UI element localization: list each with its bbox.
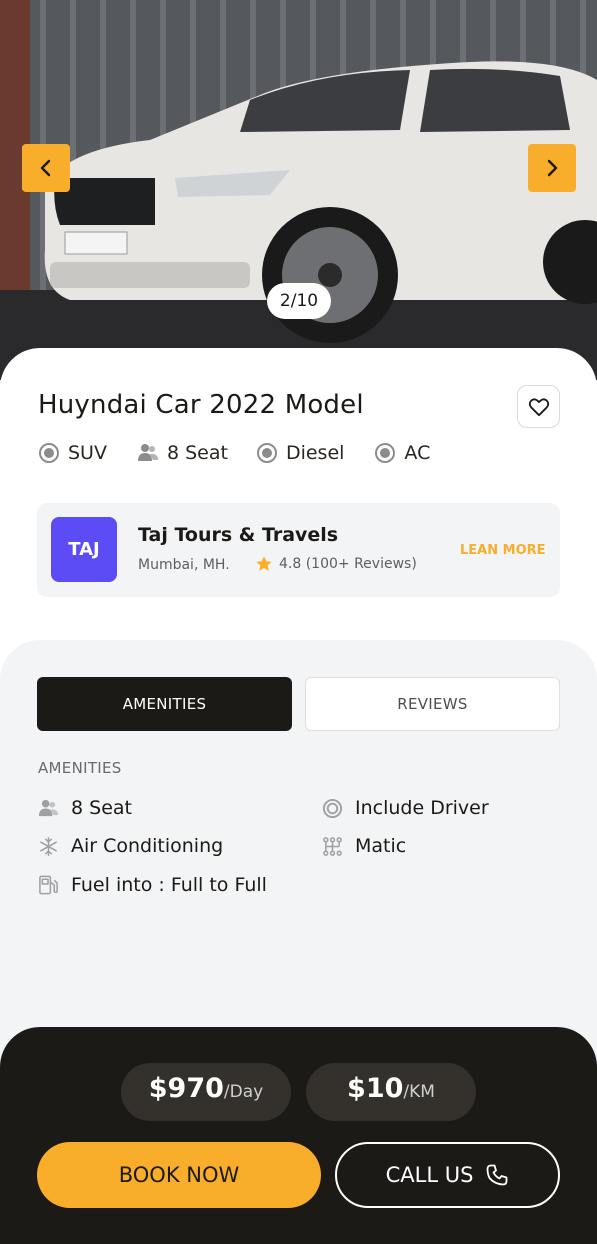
- vendor-card[interactable]: TAJ Taj Tours & Travels Mumbai, MH. 4.8 …: [37, 503, 560, 597]
- heart-icon: [528, 397, 549, 416]
- amenity-item: Matic: [322, 835, 406, 857]
- feature-item: Diesel: [256, 442, 344, 464]
- target-icon: [39, 443, 59, 463]
- price-km-value: $10: [347, 1073, 404, 1104]
- amenities-heading: AMENITIES: [38, 759, 122, 777]
- car-photo-gallery[interactable]: 2/10: [0, 0, 597, 380]
- book-now-button[interactable]: BOOK NOW: [37, 1142, 321, 1208]
- price-per-day: $970 /Day: [121, 1063, 291, 1121]
- price-day-unit: /Day: [223, 1082, 264, 1102]
- feature-label: Diesel: [285, 442, 345, 464]
- target-icon: [256, 443, 277, 463]
- tab-reviews[interactable]: REVIEWS: [305, 677, 560, 731]
- vendor-rating-text: 4.8 (100+ Reviews): [279, 556, 417, 572]
- learn-more-link[interactable]: LEAN MORE: [460, 543, 546, 558]
- car-info-card: Huyndai Car 2022 Model SUV 8 Seat Diesel: [0, 348, 597, 678]
- amenity-item: Fuel into : Full to Full: [38, 874, 267, 896]
- star-icon: [256, 556, 272, 571]
- amenity-label: Air Conditioning: [71, 835, 224, 857]
- price-per-km: $10 /KM: [306, 1063, 476, 1121]
- amenity-label: Include Driver: [355, 797, 489, 819]
- call-us-label: CALL US: [385, 1163, 474, 1187]
- call-us-button[interactable]: CALL US: [335, 1142, 560, 1208]
- amenity-label: Matic: [355, 835, 407, 857]
- chevron-right-icon: [547, 159, 558, 177]
- favorite-button[interactable]: [517, 385, 560, 428]
- booking-bar: $970 /Day $10 /KM BOOK NOW CALL US: [0, 1027, 597, 1244]
- steering-wheel-icon: [322, 798, 343, 818]
- amenity-item: 8 Seat: [38, 797, 132, 819]
- fuel-pump-icon: [39, 875, 58, 895]
- users-icon: [38, 799, 59, 816]
- amenity-item: Include Driver: [322, 797, 489, 819]
- car-photo: [0, 0, 597, 380]
- amenity-label: Fuel into : Full to Full: [71, 874, 267, 896]
- image-counter: 2/10: [267, 283, 331, 319]
- feature-label: AC: [404, 442, 431, 464]
- vendor-location: Mumbai, MH.: [138, 557, 230, 573]
- users-icon: [137, 444, 158, 461]
- car-features: SUV 8 Seat Diesel AC: [38, 442, 460, 464]
- gearbox-icon: [323, 836, 342, 856]
- car-title: Huyndai Car 2022 Model: [38, 390, 364, 420]
- feature-label: 8 Seat: [166, 442, 228, 464]
- amenity-item: Air Conditioning: [38, 835, 223, 857]
- target-icon: [375, 443, 396, 463]
- amenity-label: 8 Seat: [71, 797, 132, 819]
- previous-image-button[interactable]: [22, 144, 70, 192]
- chevron-left-icon: [40, 159, 51, 177]
- vendor-logo: TAJ: [51, 517, 117, 582]
- feature-item: SUV: [38, 442, 107, 464]
- price-day-value: $970: [148, 1073, 224, 1104]
- vendor-rating: 4.8 (100+ Reviews): [255, 555, 417, 573]
- feature-item: AC: [374, 442, 430, 464]
- next-image-button[interactable]: [528, 144, 576, 192]
- snowflake-icon: [40, 836, 57, 856]
- phone-icon: [487, 1164, 508, 1186]
- price-km-unit: /KM: [403, 1082, 435, 1102]
- feature-item: 8 Seat: [137, 442, 228, 464]
- tab-amenities[interactable]: AMENITIES: [37, 677, 292, 731]
- vendor-name: Taj Tours & Travels: [138, 524, 339, 546]
- feature-label: SUV: [68, 442, 107, 464]
